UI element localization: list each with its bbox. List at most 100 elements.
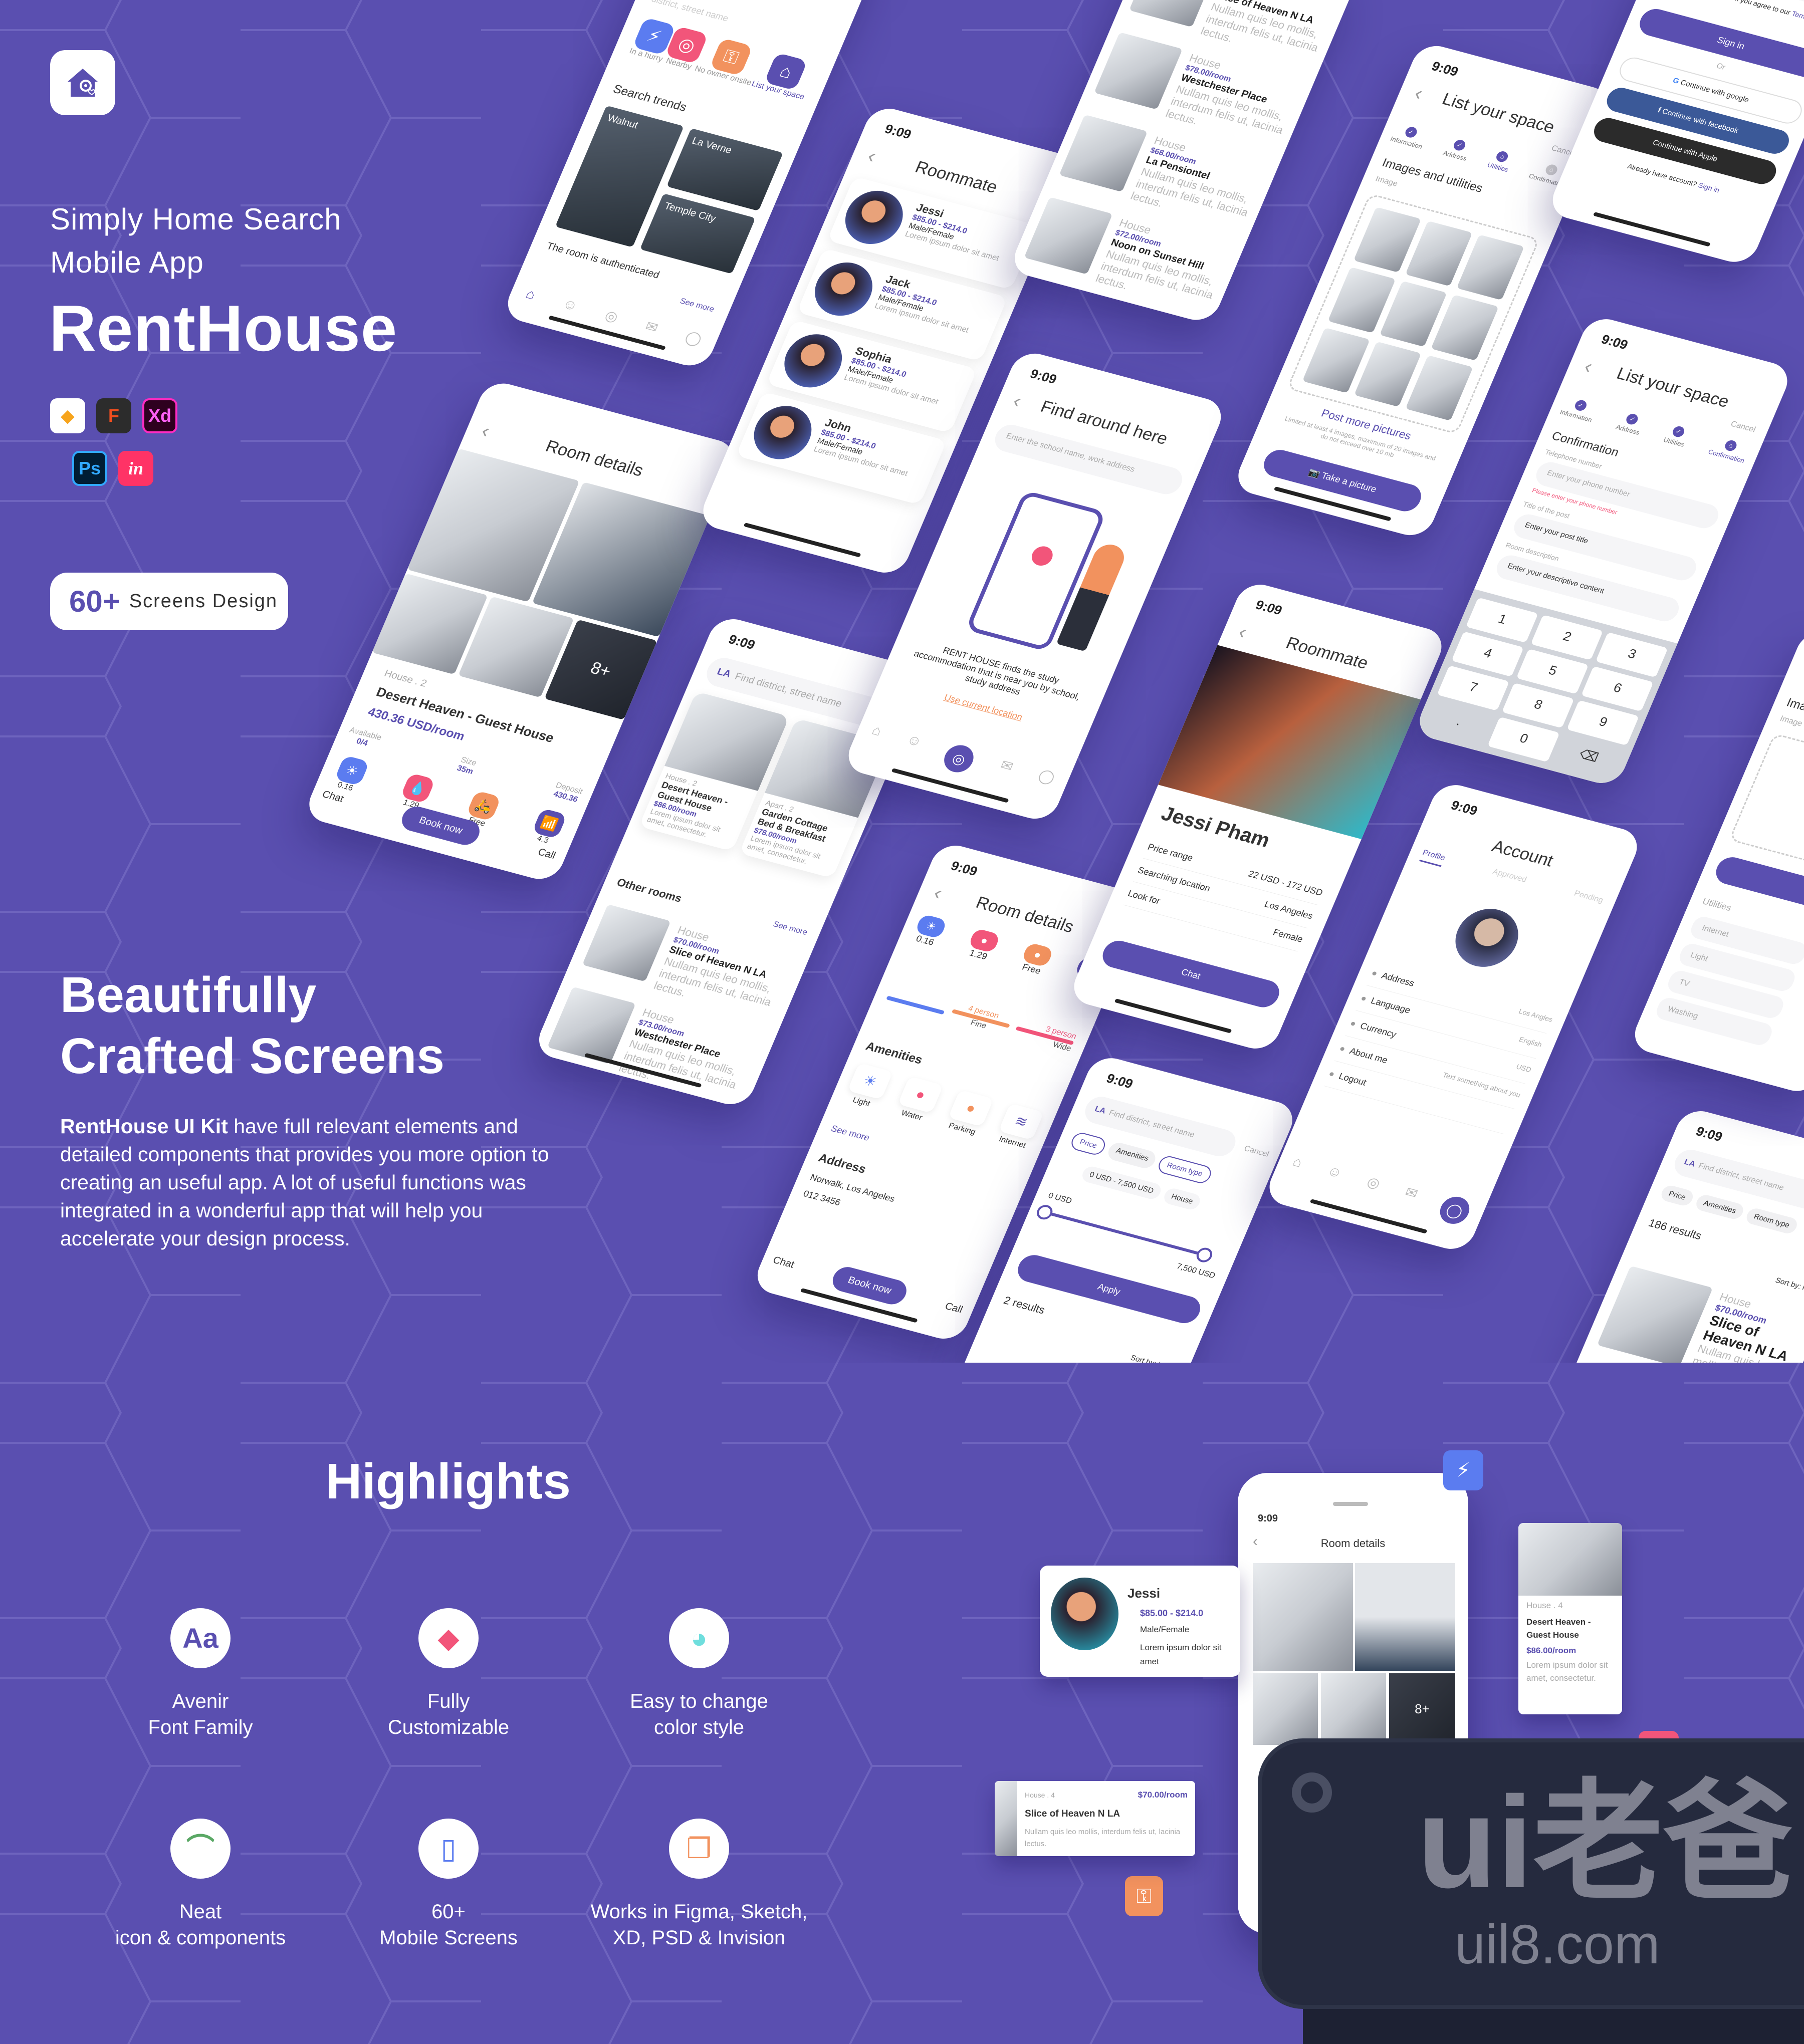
filter-chip[interactable]: Amenities — [1694, 1193, 1746, 1221]
amenity-item: ≋ Internet — [994, 1103, 1044, 1151]
price-range-slider[interactable] — [1034, 1203, 1215, 1264]
applied-filter-chip[interactable]: House — [1162, 1186, 1203, 1211]
tab-account[interactable]: ◯ — [1031, 766, 1058, 797]
tab-chat[interactable]: ✉ — [994, 756, 1016, 786]
house-type: House . 4 — [1526, 1601, 1563, 1610]
row-value: Los Angles — [1517, 1007, 1554, 1024]
find-description: RENT HOUSE finds the study accommodation… — [912, 645, 1082, 702]
call-button[interactable]: Call — [943, 1301, 964, 1316]
files-icon: ❐ — [669, 1819, 729, 1879]
roommate-avatar — [836, 184, 912, 250]
chat-button[interactable]: Chat — [320, 789, 345, 805]
sign-in-link[interactable]: Sign in — [1697, 181, 1721, 194]
results-count: 186 results — [1646, 1216, 1704, 1242]
account-tab[interactable]: Pending — [1571, 889, 1605, 909]
step-icon: ⌂ — [1544, 163, 1559, 177]
see-more-link[interactable]: See more — [772, 920, 809, 937]
tab-roommate[interactable]: ☺ — [560, 296, 580, 315]
tab-chat[interactable]: ✉ — [1398, 1184, 1421, 1213]
filter-chip[interactable]: Price — [1068, 1131, 1108, 1157]
range-handle-min[interactable] — [1034, 1203, 1055, 1221]
filter-chip[interactable]: Amenities — [1105, 1141, 1159, 1170]
stepper-step: ✓ Information — [1389, 123, 1429, 150]
tab-location[interactable]: ◎ — [602, 307, 621, 326]
chat-button[interactable]: Chat — [1098, 937, 1284, 1010]
filter-chip[interactable]: Room type — [1744, 1206, 1799, 1235]
mobile-icon: ▯ — [418, 1819, 479, 1879]
tab-roommate[interactable]: ☺ — [899, 731, 925, 761]
status-time: 9:09 — [1599, 331, 1631, 353]
sort-select[interactable]: Sort by: latest — [1129, 1354, 1177, 1363]
search-input[interactable]: Find district, street name — [733, 671, 843, 710]
check-icon: ✓ — [1625, 412, 1640, 426]
room-photo[interactable] — [1253, 1673, 1318, 1745]
row-left: ●About me — [1337, 1043, 1389, 1066]
vector-pen-icon: ⌒ — [170, 1819, 231, 1879]
account-tab[interactable]: Approved — [1489, 867, 1528, 889]
take-picture-button[interactable] — [1711, 854, 1804, 923]
search-input[interactable]: Find district, street name — [1697, 1162, 1785, 1193]
row-value: Los Angeles — [1263, 899, 1315, 921]
room-card[interactable]: House . 4 $70.00/room Slice of Heaven N … — [995, 1781, 1195, 1856]
filter-chip[interactable]: Price — [1659, 1184, 1696, 1207]
color-palette-icon: ◕ — [669, 1608, 729, 1668]
room-photo[interactable] — [1253, 1563, 1353, 1671]
amenity-item: ● Water — [893, 1076, 944, 1124]
roommate-card[interactable]: Jessi $85.00 - $214.0 Male/Female Lorem … — [1040, 1566, 1240, 1677]
tab-account[interactable]: ◯ — [683, 329, 705, 348]
house-card[interactable]: House . 4 Desert Heaven - Guest House $8… — [1518, 1523, 1622, 1714]
tab-roommate[interactable]: ☺ — [1320, 1163, 1345, 1192]
cancel-button[interactable]: Cancel — [1243, 1144, 1270, 1159]
avatar[interactable] — [1446, 902, 1528, 974]
house-name: Desert Heaven - Guest House — [1526, 1617, 1591, 1640]
status-time: 9:09 — [1028, 366, 1059, 387]
tab-explore[interactable]: ⌂ — [865, 722, 884, 750]
profile-details: Price range 22 USD - 172 USD Searching loc… — [1123, 835, 1327, 952]
roommate-name: Jessi — [1128, 1586, 1161, 1601]
highlight-item: ⌒ Neat icon & components — [75, 1819, 326, 1951]
chat-button[interactable]: Chat — [771, 1254, 796, 1270]
map-pin-icon — [1028, 544, 1056, 568]
location-select[interactable]: LA — [1683, 1158, 1696, 1169]
see-more-link[interactable]: See more — [829, 1123, 871, 1143]
watermark-ring-icon — [1292, 1772, 1332, 1813]
roommate-avatar — [775, 328, 851, 394]
tab-explore[interactable]: ⌂ — [523, 286, 538, 303]
more-photos[interactable]: 8+ — [1389, 1673, 1455, 1745]
tab-explore[interactable]: ⌂ — [1285, 1153, 1305, 1181]
amenities-list: ☀ Light ● Water ● Parking ≋ Internet — [842, 1063, 1044, 1151]
google-label: Continue with google — [1679, 78, 1750, 105]
highlight-item: ◕ Easy to change color style — [574, 1608, 824, 1740]
range-handle-max[interactable] — [1194, 1246, 1215, 1264]
account-tab[interactable]: Profile — [1419, 848, 1447, 867]
stepper-step: ⌂ Confirmation — [1707, 436, 1751, 464]
tab-location[interactable]: ◎ — [940, 742, 978, 776]
logout-icon: ● — [1327, 1068, 1336, 1079]
room-photo[interactable] — [1321, 1673, 1386, 1745]
highlight-line-2: Font Family — [148, 1716, 253, 1738]
room-list-item[interactable]: House $70.00/room Slice of Heaven N LA N… — [1585, 1258, 1804, 1363]
stepper-step: ✓ Address — [1442, 137, 1473, 162]
location-select[interactable]: LA — [716, 666, 733, 680]
sort-select[interactable]: Sort by: latest — [1774, 1276, 1804, 1296]
see-more-link[interactable]: See more — [679, 297, 716, 315]
filter-chip[interactable]: Room type — [1156, 1154, 1214, 1185]
check-icon: ✓ — [1403, 125, 1419, 139]
row-value: Female — [1271, 927, 1305, 944]
highlight-line-1: 60+ — [431, 1901, 466, 1923]
row-value: English — [1517, 1035, 1543, 1049]
tab-location[interactable]: ◎ — [1360, 1173, 1383, 1202]
room-photo[interactable] — [1355, 1563, 1455, 1671]
call-button[interactable]: Call — [536, 847, 557, 862]
watermark: ui老爸 uil8.com — [1258, 1738, 1804, 2009]
tab-chat[interactable]: ✉ — [643, 318, 661, 336]
stepper-step: ✓ Information — [1559, 396, 1599, 423]
cancel-button[interactable]: Cancel — [1729, 420, 1757, 435]
location-select[interactable]: LA — [1093, 1105, 1107, 1116]
phone-value: 012 3456 — [802, 1188, 842, 1208]
image-label: Image — [1374, 174, 1399, 188]
search-input[interactable]: Find district, street name — [1107, 1109, 1196, 1140]
capacity-bar — [886, 995, 945, 1015]
tab-account[interactable]: ◯ — [1435, 1193, 1474, 1227]
rooms-list-screen: House$70.00/roomSlice of Heaven N LANull… — [1008, 0, 1358, 325]
